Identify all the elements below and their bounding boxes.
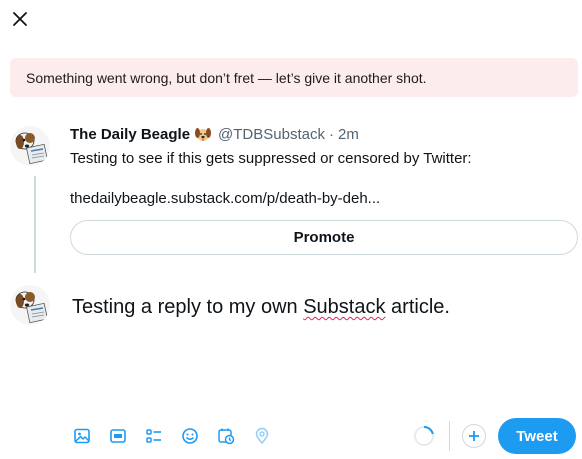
reply-text-before: Testing a reply to my own [72,296,304,318]
media-button[interactable] [71,425,93,447]
gif-button[interactable] [107,425,129,447]
tweet-header: The Daily Beagle @TDBSubstack · 2m [70,125,359,143]
tweet-link[interactable]: thedailybeagle.substack.com/p/death-by-d… [70,190,380,207]
promote-button[interactable]: Promote [70,220,578,255]
misspelled-word: Substack [303,296,386,318]
dog-face-icon [194,125,212,143]
emoji-icon [182,428,198,444]
toolbar-divider [449,421,450,451]
location-icon [255,427,269,445]
progress-ring-icon [414,425,434,446]
poll-icon [146,429,161,443]
error-message: Something went wrong, but don’t fret — l… [26,69,427,86]
add-tweet-button[interactable] [462,424,486,448]
avatar[interactable] [10,126,50,166]
thread-line [34,176,36,273]
emoji-button[interactable] [179,425,201,447]
plus-icon [469,431,479,441]
close-button[interactable] [6,5,34,33]
character-count-ring [413,425,435,447]
reply-text-after: article. [385,296,450,318]
display-name[interactable]: The Daily Beagle [70,126,190,143]
schedule-button[interactable] [215,425,237,447]
tweet-button[interactable]: Tweet [498,418,576,454]
beagle-avatar-icon [10,285,50,325]
close-icon [13,12,27,26]
tweet-text: Testing to see if this gets suppressed o… [70,150,472,167]
image-icon [74,428,90,444]
separator: · [328,125,334,143]
beagle-avatar-icon [10,126,50,166]
handle[interactable]: @TDBSubstack [218,126,325,143]
schedule-icon [218,428,235,445]
gif-icon [110,429,126,443]
reply-input[interactable]: Testing a reply to my own Substack artic… [72,296,450,319]
timestamp[interactable]: 2m [338,126,359,143]
location-button[interactable] [251,425,273,447]
avatar[interactable] [10,285,50,325]
error-banner: Something went wrong, but don’t fret — l… [10,58,578,97]
poll-button[interactable] [143,425,165,447]
